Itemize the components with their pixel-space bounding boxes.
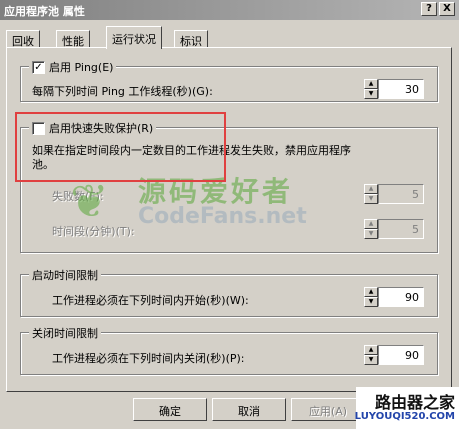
watermark-en: CodeFans.net: [138, 204, 307, 229]
corner-watermark: 路由器之家 LUYOUQI520.COM: [354, 387, 459, 429]
corner-watermark-en: LUYOUQI520.COM: [354, 411, 455, 422]
enable-ping-checkbox[interactable]: ✓: [32, 60, 45, 74]
shutdown-limit-value[interactable]: 90: [378, 345, 424, 365]
corner-watermark-cn: 路由器之家: [374, 393, 455, 412]
startup-limit-label: 工作进程必须在下列时间内开始(秒)(W):: [52, 294, 249, 307]
spin-up-icon[interactable]: ▲: [364, 287, 378, 297]
tab-health[interactable]: 运行状况: [106, 26, 162, 49]
cancel-button[interactable]: 取消: [212, 398, 286, 421]
tab-identity[interactable]: 标识: [174, 30, 208, 48]
enable-ping-label[interactable]: 启用 Ping(E): [49, 59, 113, 75]
timespan-stepper[interactable]: ▲ ▼ 5: [364, 219, 424, 239]
spin-up-icon[interactable]: ▲: [364, 345, 378, 355]
highlight-box: [15, 112, 226, 182]
timespan-value[interactable]: 5: [378, 219, 424, 239]
ping-interval-stepper[interactable]: ▲ ▼ 30: [364, 79, 424, 99]
help-button[interactable]: ?: [421, 2, 437, 16]
tab-recycling[interactable]: 回收: [6, 30, 40, 48]
tab-performance[interactable]: 性能: [56, 30, 90, 48]
window-title: 应用程序池 属性: [4, 5, 85, 18]
shutdown-group-title: 关闭时间限制: [29, 325, 101, 341]
startup-group-title: 启动时间限制: [29, 267, 101, 283]
shutdown-limit-label: 工作进程必须在下列时间内关闭(秒)(P):: [52, 352, 245, 365]
spin-up-icon[interactable]: ▲: [364, 219, 378, 229]
spin-down-icon[interactable]: ▼: [364, 297, 378, 307]
ping-group-title: ✓ 启用 Ping(E): [29, 59, 117, 75]
spin-up-icon[interactable]: ▲: [364, 184, 378, 194]
ping-interval-value[interactable]: 30: [378, 79, 424, 99]
ok-button[interactable]: 确定: [133, 398, 207, 421]
spin-down-icon[interactable]: ▼: [364, 89, 378, 99]
title-bar[interactable]: 应用程序池 属性 ? X: [0, 0, 459, 20]
spin-up-icon[interactable]: ▲: [364, 79, 378, 89]
spin-down-icon[interactable]: ▼: [364, 194, 378, 204]
watermark-logo-icon: ❦: [70, 174, 109, 228]
ping-interval-label: 每隔下列时间 Ping 工作线程(秒)(G):: [32, 85, 213, 98]
startup-limit-value[interactable]: 90: [378, 287, 424, 307]
spin-down-icon[interactable]: ▼: [364, 355, 378, 365]
shutdown-limit-stepper[interactable]: ▲ ▼ 90: [364, 345, 424, 365]
failures-value[interactable]: 5: [378, 184, 424, 204]
failures-stepper[interactable]: ▲ ▼ 5: [364, 184, 424, 204]
close-button[interactable]: X: [439, 2, 455, 16]
startup-limit-stepper[interactable]: ▲ ▼ 90: [364, 287, 424, 307]
spin-down-icon[interactable]: ▼: [364, 229, 378, 239]
